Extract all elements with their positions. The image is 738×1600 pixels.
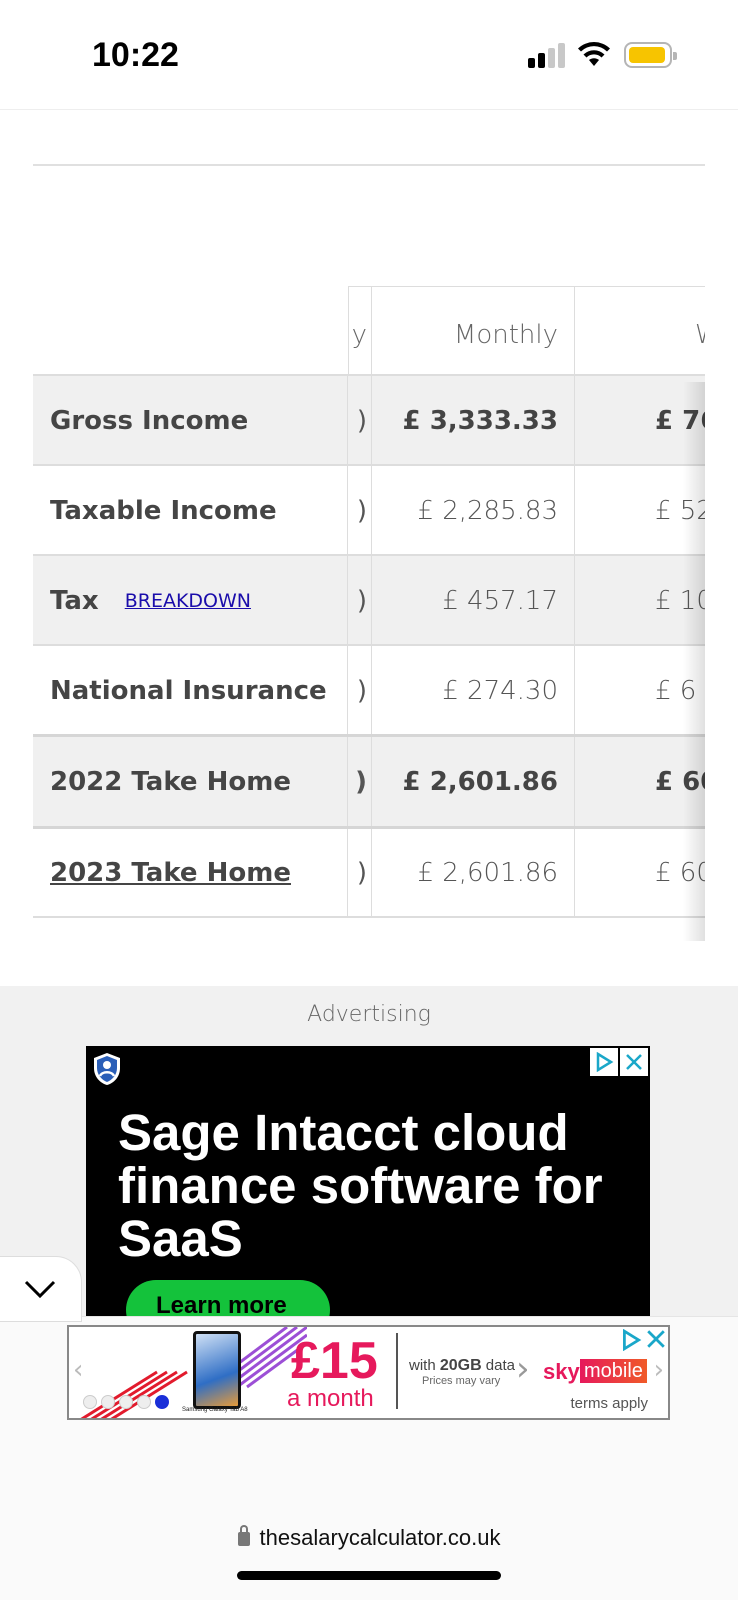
carousel-next-icon[interactable]: ›: [654, 1355, 664, 1385]
table-row-tax: Tax BREAKDOWN ) £ 457.17 £ 10: [33, 554, 705, 646]
row-label-text: Tax: [50, 586, 99, 616]
carousel-dots[interactable]: [83, 1395, 169, 1409]
carousel-prev-icon[interactable]: ‹: [73, 1355, 83, 1385]
banner-close-icon[interactable]: [646, 1329, 666, 1349]
home-indicator[interactable]: [237, 1571, 501, 1580]
mobile-badge: mobile: [580, 1359, 647, 1383]
scroll-shadow: [683, 382, 705, 941]
chevron-down-icon: [24, 1280, 55, 1299]
collapse-ad-button[interactable]: [0, 1256, 82, 1322]
sky-mobile-ad[interactable]: ‹ Samsung Galaxy Tab A8 £15 a month with…: [67, 1325, 670, 1420]
header-weekly: We: [575, 286, 705, 382]
ad-controls: [590, 1048, 648, 1076]
product-caption: Samsung Galaxy Tab A8: [182, 1407, 248, 1413]
table-row-2023-take-home: 2023 Take Home ) £ 2,601.86 £ 60: [33, 826, 705, 918]
ad-learn-more-button[interactable]: Learn more: [126, 1280, 330, 1316]
table-row-taxable-income: Taxable Income ) £ 2,285.83 £ 52: [33, 464, 705, 556]
battery-icon: [624, 42, 677, 68]
page: 10:22 y Monthly We Gross Income ) £ 3,33…: [0, 0, 738, 1600]
ad-data-allowance: with 20GB data: [409, 1357, 516, 1374]
row-label: Gross Income: [33, 376, 348, 466]
row-prev-value: ): [348, 556, 372, 646]
advertising-label: Advertising: [307, 1002, 431, 1027]
row-prev-value: ): [348, 376, 372, 466]
sticky-banner: ‹ Samsung Galaxy Tab A8 £15 a month with…: [0, 1316, 738, 1506]
cellular-signal-icon: [528, 43, 568, 68]
row-prev-value: ): [348, 466, 372, 556]
ad-terms: terms apply: [570, 1395, 648, 1412]
row-monthly-value: £ 457.17: [372, 556, 575, 646]
wifi-icon: [578, 42, 610, 66]
browser-bottom-bar: thesalarycalculator.co.uk: [0, 1502, 738, 1600]
table-header-row: y Monthly We: [33, 286, 705, 382]
row-monthly-value: £ 2,601.86: [372, 737, 575, 826]
take-home-2023-link[interactable]: 2023 Take Home: [50, 858, 291, 888]
ad-prices-vary: Prices may vary: [422, 1375, 501, 1387]
status-time: 10:22: [92, 36, 179, 74]
ad-headline: Sage Intacct cloud finance software for …: [118, 1104, 603, 1267]
ad-close-icon[interactable]: [620, 1048, 648, 1076]
table-row-gross-income: Gross Income ) £ 3,333.33 £ 76: [33, 374, 705, 466]
banner-ad-controls: [620, 1329, 666, 1351]
table-row-national-insurance: National Insurance ) £ 274.30 £ 6: [33, 644, 705, 736]
advertising-section: Advertising Sage Intacct cloud finance s…: [0, 986, 738, 1316]
lock-icon: [237, 1525, 250, 1546]
ad-price-period: a month: [287, 1385, 374, 1412]
tablet-image: [193, 1331, 241, 1409]
row-label: 2023 Take Home: [33, 829, 348, 916]
row-monthly-value: £ 274.30: [372, 646, 575, 736]
row-prev-value: ): [348, 737, 372, 826]
sky-logo: sky: [543, 1359, 580, 1384]
row-prev-value: ): [348, 646, 372, 736]
adchoices-icon[interactable]: [590, 1048, 618, 1076]
sage-ad[interactable]: Sage Intacct cloud finance software for …: [86, 1046, 650, 1316]
row-prev-value: ): [348, 829, 372, 916]
divider: [33, 164, 705, 166]
row-label: Taxable Income: [33, 466, 348, 556]
header-prev-column: y: [348, 286, 372, 382]
privacy-shield-icon[interactable]: [92, 1052, 122, 1086]
row-label: Tax BREAKDOWN: [33, 556, 348, 646]
adchoices-icon[interactable]: [620, 1329, 642, 1351]
row-monthly-value: £ 2,601.86: [372, 829, 575, 916]
ad-divider: [396, 1333, 398, 1409]
row-monthly-value: £ 2,285.83: [372, 466, 575, 556]
status-bar: 10:22: [0, 0, 738, 110]
address-bar[interactable]: thesalarycalculator.co.uk: [0, 1525, 738, 1551]
tax-breakdown-link[interactable]: BREAKDOWN: [125, 590, 251, 612]
row-monthly-value: £ 3,333.33: [372, 376, 575, 466]
table-row-2022-take-home: 2022 Take Home ) £ 2,601.86 £ 60: [33, 734, 705, 826]
salary-table[interactable]: y Monthly We Gross Income ) £ 3,333.33 £…: [33, 286, 705, 941]
row-label: National Insurance: [33, 646, 348, 736]
header-monthly: Monthly: [372, 286, 575, 382]
ad-price: £15: [291, 1332, 378, 1390]
chevron-right-icon: ›: [516, 1349, 530, 1389]
url-text: thesalarycalculator.co.uk: [259, 1525, 501, 1550]
row-label: 2022 Take Home: [33, 737, 348, 826]
